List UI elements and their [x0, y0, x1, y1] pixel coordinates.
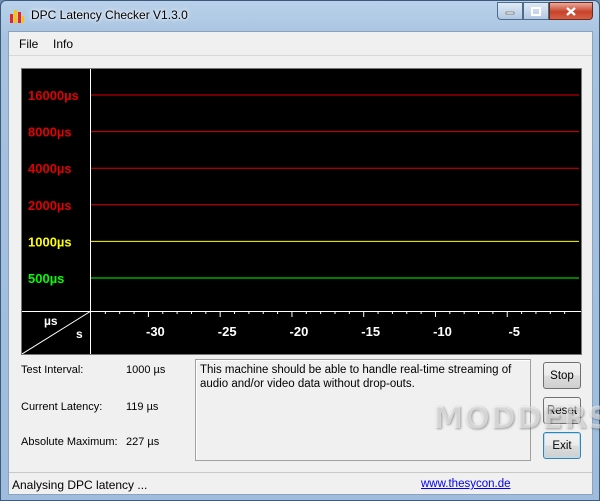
y-tick-label: 2000µs [28, 198, 72, 213]
x-tick-label: -10 [433, 324, 452, 339]
absolute-maximum-label: Absolute Maximum: [21, 436, 118, 448]
current-latency-value: 119 µs [126, 401, 159, 413]
menu-info[interactable]: Info [53, 37, 73, 51]
x-tick-label: -15 [361, 324, 380, 339]
watermark-logo: MODDERS [433, 401, 600, 436]
latency-chart: 16000µs 8000µs 4000µs 2000µs 1000µs 500µs µs s -… [21, 68, 582, 355]
corner-label-y: µs [44, 314, 58, 328]
minimize-icon [505, 11, 515, 15]
title-bar[interactable]: DPC Latency Checker V1.3.0 [1, 1, 599, 31]
website-link[interactable]: www.thesycon.de [421, 478, 511, 490]
exit-button[interactable]: Exit [543, 432, 581, 459]
y-tick-label: 500µs [28, 271, 64, 286]
test-interval-label: Test Interval: [21, 364, 84, 376]
app-icon [10, 10, 24, 23]
stop-button[interactable]: Stop [543, 362, 581, 389]
window-controls [497, 2, 593, 20]
app-window: DPC Latency Checker V1.3.0 File Info 160… [0, 0, 600, 501]
maximize-button[interactable] [523, 2, 549, 20]
x-tick-label: -30 [146, 324, 165, 339]
menu-file[interactable]: File [19, 37, 38, 51]
menu-bar: File Info [9, 32, 592, 56]
x-tick-label: -25 [218, 324, 237, 339]
absolute-maximum-value: 227 µs [126, 436, 160, 448]
close-button[interactable] [549, 2, 593, 20]
status-bar: Analysing DPC latency ... www.thesycon.d… [9, 472, 592, 494]
y-tick-label: 8000µs [28, 125, 72, 140]
minimize-button[interactable] [497, 2, 523, 20]
window-title: DPC Latency Checker V1.3.0 [31, 8, 188, 22]
y-tick-label: 1000µs [28, 234, 72, 249]
x-tick-label: -5 [508, 324, 520, 339]
test-interval-value: 1000 µs [126, 364, 166, 376]
y-tick-label: 4000µs [28, 161, 72, 176]
x-tick-label: -20 [290, 324, 309, 339]
corner-label-x: s [76, 327, 83, 341]
latency-chart-svg: 16000µs 8000µs 4000µs 2000µs 1000µs 500µs µs s -… [22, 69, 581, 354]
y-tick-label: 16000µs [28, 88, 79, 103]
close-icon [566, 6, 576, 16]
current-latency-label: Current Latency: [21, 401, 103, 413]
maximize-icon [531, 6, 541, 16]
status-text: Analysing DPC latency ... [12, 478, 148, 492]
